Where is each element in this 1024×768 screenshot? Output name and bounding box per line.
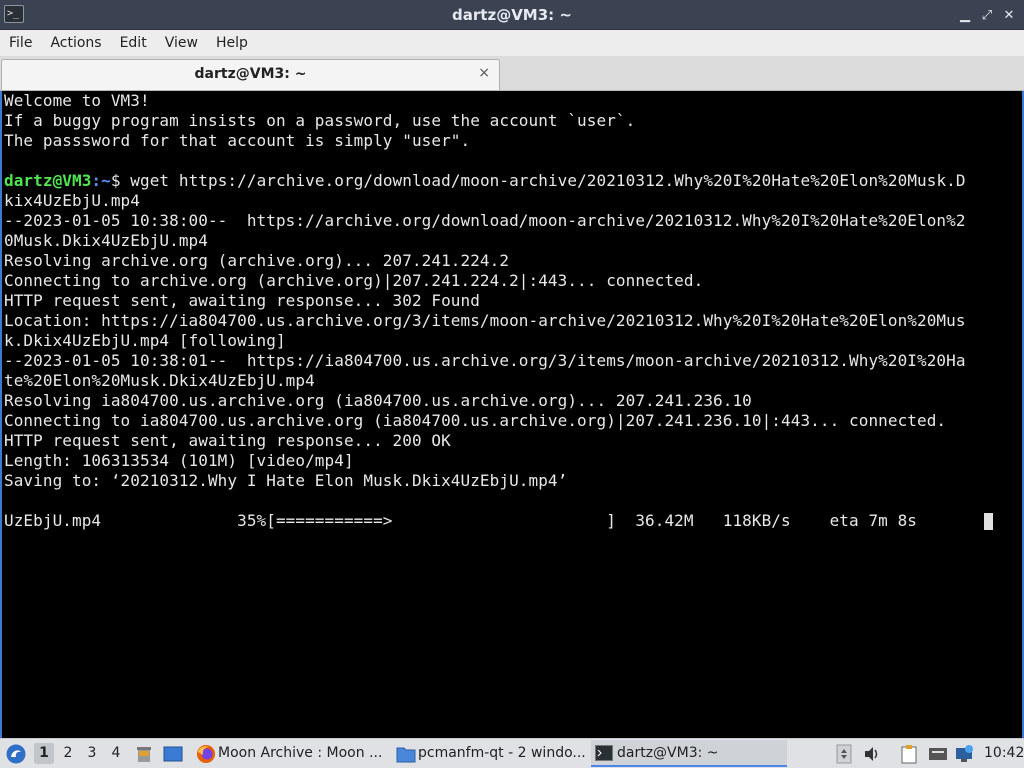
menu-actions[interactable]: Actions — [41, 30, 110, 56]
prompt-command: wget https://archive.org/download/moon-a… — [130, 171, 966, 190]
terminal-line: If a buggy program insists on a password… — [4, 111, 636, 130]
terminal-line: HTTP request sent, awaiting response... … — [4, 291, 480, 310]
terminal-line: Welcome to VM3! — [4, 91, 150, 110]
folder-icon — [396, 747, 416, 763]
minimize-button[interactable]: ▁ — [958, 8, 972, 23]
task-label: Moon Archive : Moon ... — [218, 745, 383, 761]
close-button[interactable]: ✕ — [1002, 8, 1016, 23]
terminal-line: Connecting to ia804700.us.archive.org (i… — [4, 411, 947, 430]
terminal-icon — [595, 745, 613, 761]
prompt-line: dartz@VM3:~$ wget https://archive.org/do… — [4, 171, 966, 191]
clock[interactable]: 10:42 — [984, 739, 1024, 768]
menu-view[interactable]: View — [156, 30, 207, 56]
keyboard-icon[interactable] — [928, 745, 948, 763]
taskbar: 1 2 3 4 Moon Archive : Moon ... pcmanfm-… — [0, 738, 1024, 768]
terminal-line: The passsword for that account is simply… — [4, 131, 471, 150]
task-label: pcmanfm-qt - 2 windo... — [418, 745, 586, 761]
terminal-line: --2023-01-05 10:38:00-- https://archive.… — [4, 211, 966, 230]
firefox-icon — [197, 745, 215, 763]
desktop-4[interactable]: 4 — [106, 743, 126, 764]
download-progress-line: UzEbjU.mp4 35%[===========> ] 36.42M 118… — [4, 511, 937, 530]
terminal-line: k.Dkix4UzEbjU.mp4 [following] — [4, 331, 286, 350]
terminal-line: Location: https://ia804700.us.archive.or… — [4, 311, 966, 330]
tab-label: dartz@VM3: ~ — [194, 66, 307, 82]
menu-file[interactable]: File — [0, 30, 41, 56]
desktop-1[interactable]: 1 — [34, 743, 54, 764]
terminal-line: Resolving ia804700.us.archive.org (ia804… — [4, 391, 752, 410]
start-menu-icon[interactable] — [5, 743, 27, 765]
network-icon[interactable] — [954, 744, 974, 764]
desktop-3[interactable]: 3 — [82, 743, 102, 764]
window-titlebar[interactable]: >_ dartz@VM3: ~ ▁ ⤢ ✕ — [0, 0, 1024, 30]
maximize-button[interactable]: ⤢ — [980, 8, 994, 23]
terminal-cursor — [984, 513, 993, 530]
show-desktop-icon[interactable] — [162, 744, 184, 764]
prompt-symbol: $ — [110, 171, 131, 190]
terminal-line: Length: 106313534 (101M) [video/mp4] — [4, 451, 354, 470]
prompt-user-host: dartz@VM3 — [4, 171, 92, 190]
terminal-line: te%20Elon%20Musk.Dkix4UzEbjU.mp4 — [4, 371, 315, 390]
tab-close-icon[interactable]: × — [478, 60, 490, 86]
desktop-2[interactable]: 2 — [58, 743, 78, 764]
terminal-line: Resolving archive.org (archive.org)... 2… — [4, 251, 510, 270]
terminal-line: --2023-01-05 10:38:01-- https://ia804700… — [4, 351, 966, 370]
task-file-manager[interactable]: pcmanfm-qt - 2 windo... — [392, 740, 588, 767]
task-terminal[interactable]: dartz@VM3: ~ — [591, 740, 787, 767]
window-title: dartz@VM3: ~ — [452, 6, 572, 24]
scroll-indicator-icon[interactable] — [836, 744, 852, 764]
terminal-line: Saving to: ‘20210312.Why I Hate Elon Mus… — [4, 471, 568, 490]
tab-terminal[interactable]: dartz@VM3: ~ × — [1, 59, 500, 90]
task-firefox[interactable]: Moon Archive : Moon ... — [192, 740, 388, 767]
clipboard-icon[interactable] — [900, 744, 918, 764]
task-label: dartz@VM3: ~ — [617, 745, 719, 761]
terminal-line: 0Musk.Dkix4UzEbjU.mp4 — [4, 231, 208, 250]
menu-help[interactable]: Help — [207, 30, 257, 56]
trash-icon[interactable] — [134, 744, 154, 764]
prompt-path: :~ — [91, 171, 111, 190]
terminal-output[interactable]: Welcome to VM3! If a buggy program insis… — [0, 91, 1024, 738]
menu-bar: File Actions Edit View Help — [0, 30, 1024, 56]
menu-edit[interactable]: Edit — [111, 30, 156, 56]
volume-icon[interactable] — [862, 744, 882, 764]
tab-bar: dartz@VM3: ~ × — [0, 56, 1024, 91]
terminal-line: HTTP request sent, awaiting response... … — [4, 431, 451, 450]
terminal-line: Connecting to archive.org (archive.org)|… — [4, 271, 704, 290]
terminal-line: kix4UzEbjU.mp4 — [4, 191, 140, 210]
